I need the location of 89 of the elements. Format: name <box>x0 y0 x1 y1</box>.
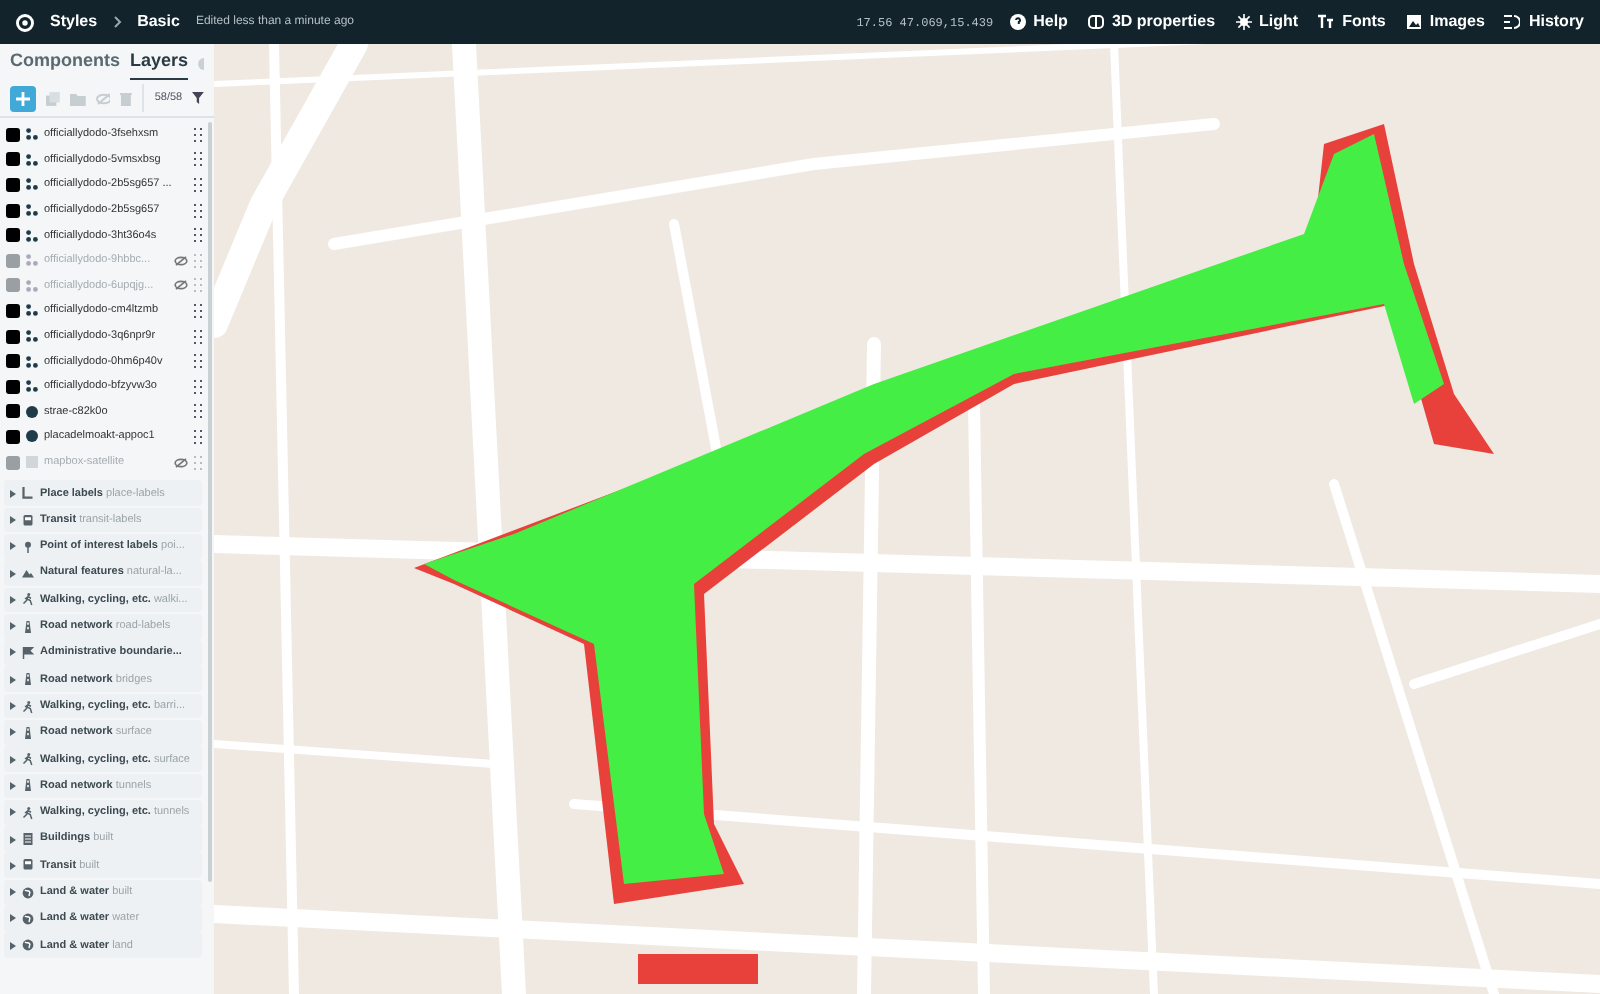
color-swatch <box>6 354 20 369</box>
color-swatch <box>6 404 20 419</box>
expand-caret-icon[interactable] <box>10 728 16 737</box>
bus-icon <box>22 513 34 527</box>
road-icon <box>22 725 34 740</box>
circle-icon <box>26 430 38 443</box>
tab[interactable]: Layers <box>130 47 189 80</box>
filter-icon[interactable] <box>192 92 205 104</box>
chevron-icon <box>113 16 122 28</box>
color-swatch <box>6 278 20 293</box>
color-swatch <box>6 127 20 142</box>
layer-icon <box>26 456 38 469</box>
road-icon <box>22 619 34 634</box>
walker-icon <box>22 592 34 607</box>
logo-icon <box>16 13 34 31</box>
toolbar-button[interactable]: Images <box>1405 10 1485 34</box>
expand-caret-icon[interactable] <box>10 516 16 524</box>
symbol-icon <box>26 204 38 217</box>
color-swatch <box>6 303 20 318</box>
expand-caret-icon[interactable] <box>10 781 16 790</box>
expand-caret-icon[interactable] <box>10 755 16 764</box>
plus-icon <box>15 91 30 105</box>
symbol-icon <box>26 178 38 191</box>
expand-caret-icon[interactable] <box>10 835 16 844</box>
expand-caret-icon[interactable] <box>10 808 16 817</box>
history-icon <box>1504 14 1521 30</box>
symbol-icon <box>26 254 38 267</box>
color-swatch <box>6 379 20 394</box>
toolbar-button[interactable]: History <box>1504 10 1584 34</box>
expand-caret-icon[interactable] <box>10 914 16 923</box>
symbol-icon <box>26 304 38 317</box>
flag-icon <box>22 645 34 660</box>
expand-caret-icon[interactable] <box>10 702 16 711</box>
symbol-icon <box>26 380 38 393</box>
expand-caret-icon[interactable] <box>10 622 16 631</box>
expand-caret-icon[interactable] <box>10 888 16 897</box>
globe-icon <box>22 885 34 900</box>
building-icon <box>22 832 34 847</box>
color-swatch <box>6 228 20 243</box>
symbol-icon <box>26 355 38 368</box>
expand-caret-icon[interactable] <box>10 595 16 604</box>
add-button[interactable] <box>10 85 36 111</box>
walker-icon <box>22 752 34 767</box>
expand-caret-icon[interactable] <box>10 941 16 950</box>
eye-slash-icon[interactable] <box>174 255 188 266</box>
symbol-icon <box>26 279 38 292</box>
color-swatch <box>6 455 20 470</box>
color-swatch <box>6 329 20 344</box>
globe-icon <box>22 938 34 953</box>
cube-icon <box>1087 14 1104 30</box>
color-swatch <box>6 429 20 444</box>
symbol-icon <box>26 229 38 242</box>
expand-caret-icon[interactable] <box>10 569 16 578</box>
bus-icon <box>22 858 34 873</box>
road-icon <box>22 672 34 687</box>
eye-slash-icon[interactable] <box>174 280 188 291</box>
walker-icon <box>22 699 34 714</box>
toolbar-button[interactable]: Help <box>1009 10 1068 34</box>
breadcrumb-link[interactable]: Basic <box>137 10 180 34</box>
mountain-icon <box>22 566 34 581</box>
sun-icon <box>1235 14 1252 30</box>
toolbar-button[interactable]: Fonts <box>1318 10 1386 34</box>
expand-caret-icon[interactable] <box>10 648 16 657</box>
pin-icon <box>22 539 34 554</box>
symbol-icon <box>26 330 38 343</box>
expand-caret-icon[interactable] <box>10 675 16 684</box>
walker-icon <box>22 805 34 820</box>
color-swatch <box>6 203 20 218</box>
expand-caret-icon[interactable] <box>10 542 16 551</box>
color-swatch <box>6 177 20 192</box>
scrollbar[interactable] <box>208 122 212 882</box>
color-swatch <box>6 253 20 268</box>
breadcrumb-link[interactable]: Styles <box>50 10 98 34</box>
color-swatch <box>6 152 20 167</box>
font-icon <box>1318 14 1335 30</box>
globe-icon <box>22 911 34 926</box>
expand-caret-icon[interactable] <box>10 489 16 498</box>
circle-icon <box>26 405 38 418</box>
image-icon <box>1405 14 1422 30</box>
label-icon <box>22 486 34 501</box>
toolbar-button[interactable]: 3D properties <box>1087 10 1216 34</box>
symbol-icon <box>26 128 38 141</box>
expand-caret-icon[interactable] <box>10 861 16 870</box>
eye-slash-icon[interactable] <box>174 457 188 468</box>
road-icon <box>22 778 34 793</box>
symbol-icon <box>26 153 38 166</box>
toolbar-button[interactable]: Light <box>1235 10 1299 34</box>
tab[interactable]: Components <box>10 47 120 80</box>
help-icon <box>1009 14 1026 30</box>
